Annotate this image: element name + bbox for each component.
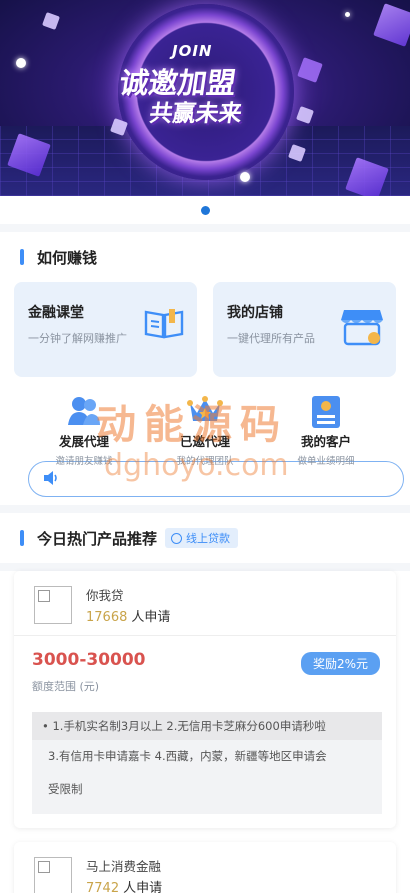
banner-cube bbox=[373, 3, 410, 47]
promo-banner[interactable]: JOIN 诚邀加盟 共赢未来 bbox=[0, 0, 410, 196]
banner-subheadline: 共赢未来 bbox=[147, 101, 244, 127]
product-name: 你我贷 bbox=[86, 588, 124, 603]
banner-sparkle bbox=[240, 172, 250, 182]
amount-label: 额度范围 (元) bbox=[32, 680, 100, 693]
my-shop-card[interactable]: 我的店铺 一键代理所有产品 bbox=[213, 282, 396, 377]
finance-class-card[interactable]: 金融课堂 一分钟了解网赚推广 bbox=[14, 282, 197, 377]
product-name: 马上消费金融 bbox=[86, 859, 162, 874]
banner-sparkle bbox=[16, 58, 26, 68]
requirement-line: 3.有信用卡申请嘉卡 4.西藏，内蒙，新疆等地区申请会 bbox=[48, 749, 327, 763]
grid-item-title: 已邀代理 bbox=[179, 434, 230, 449]
section-title: 如何赚钱 bbox=[37, 248, 98, 267]
grid-item-subtitle: 我的代理团队 bbox=[176, 456, 234, 467]
product-card[interactable]: 马上消费金融 7742 人申请 bbox=[14, 842, 396, 893]
carousel-indicator bbox=[0, 196, 410, 224]
page: JOIN 诚邀加盟 共赢未来 如何赚钱 金融课堂 一分钟了解网赚推广 我的店铺 … bbox=[0, 0, 410, 893]
carousel-dot-active[interactable] bbox=[200, 205, 210, 215]
products-section-header: 今日热门产品推荐 线上贷款 bbox=[0, 513, 410, 563]
product-header: 马上消费金融 7742 人申请 bbox=[14, 842, 396, 893]
section-marker bbox=[20, 530, 24, 546]
my-customers-item[interactable]: 我的客户 做单业绩明细 bbox=[266, 395, 386, 467]
banner-cube bbox=[296, 106, 314, 124]
loan-type-tag[interactable]: 线上贷款 bbox=[165, 528, 239, 548]
banner-cube bbox=[42, 12, 60, 30]
tag-label: 线上贷款 bbox=[186, 532, 231, 545]
requirement-line: 受限制 bbox=[48, 782, 83, 796]
grid-item-subtitle: 做单业绩明细 bbox=[297, 456, 355, 467]
product-requirements: • 1.手机实名制3月以上 2.无信用卡芝麻分600申请秒啦 3.有信用卡申请嘉… bbox=[32, 712, 382, 814]
earn-cards: 金融课堂 一分钟了解网赚推广 我的店铺 一键代理所有产品 bbox=[14, 282, 396, 377]
earn-section: 金融课堂 一分钟了解网赚推广 我的店铺 一键代理所有产品 发展代理 邀请朋友赚钱… bbox=[0, 282, 410, 505]
banner-sparkle bbox=[345, 12, 350, 17]
product-applicants: 7742 人申请 bbox=[86, 877, 162, 893]
applicant-count: 17668 bbox=[86, 610, 128, 625]
online-icon bbox=[171, 532, 183, 544]
reward-badge[interactable]: 奖励2%元 bbox=[300, 652, 380, 675]
requirement-line: • 1.手机实名制3月以上 2.无信用卡芝麻分600申请秒啦 bbox=[32, 712, 382, 740]
users-icon bbox=[24, 395, 144, 429]
grid-item-subtitle: 邀请朋友赚钱 bbox=[55, 456, 113, 467]
section-title: 今日热门产品推荐 bbox=[37, 529, 158, 548]
grid-item-title: 我的客户 bbox=[300, 434, 351, 449]
shop-icon bbox=[340, 308, 384, 352]
section-marker bbox=[20, 249, 24, 265]
banner-join-text: JOIN bbox=[172, 42, 213, 60]
earn-section-header: 如何赚钱 bbox=[0, 232, 410, 282]
crown-icon bbox=[145, 395, 265, 429]
applicant-suffix: 人申请 bbox=[123, 881, 163, 893]
product-body: 3000-30000 额度范围 (元) 奖励2%元 • 1.手机实名制3月以上 … bbox=[14, 636, 396, 828]
applicant-count: 7742 bbox=[86, 881, 120, 893]
product-list: 你我贷 17668 人申请 3000-30000 额度范围 (元) 奖励2%元 •… bbox=[0, 571, 410, 893]
product-header: 你我贷 17668 人申请 bbox=[14, 571, 396, 636]
book-icon bbox=[143, 308, 185, 344]
develop-agent-item[interactable]: 发展代理 邀请朋友赚钱 bbox=[24, 395, 144, 467]
invited-agents-item[interactable]: 已邀代理 我的代理团队 bbox=[145, 395, 265, 467]
banner-cube bbox=[297, 57, 323, 83]
applicant-suffix: 人申请 bbox=[131, 610, 171, 625]
product-applicants: 17668 人申请 bbox=[86, 606, 170, 625]
earn-grid: 发展代理 邀请朋友赚钱 已邀代理 我的代理团队 我的客户 做单业绩明细 bbox=[14, 377, 396, 467]
product-logo bbox=[34, 586, 72, 624]
product-logo bbox=[34, 857, 72, 893]
product-card[interactable]: 你我贷 17668 人申请 3000-30000 额度范围 (元) 奖励2%元 •… bbox=[14, 571, 396, 828]
speaker-icon bbox=[43, 470, 59, 489]
grid-item-title: 发展代理 bbox=[58, 434, 109, 449]
id-card-icon bbox=[266, 395, 386, 429]
